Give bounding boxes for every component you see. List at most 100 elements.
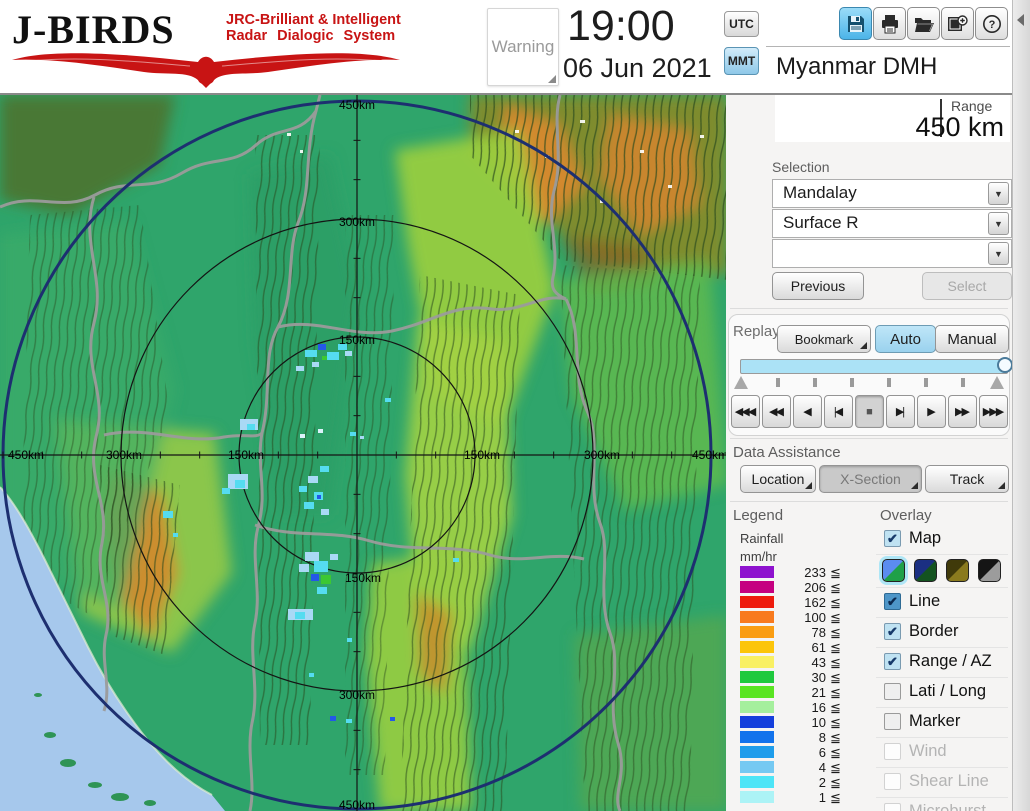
overlay-item-label: Microburst — [909, 802, 987, 811]
step-forward-button[interactable]: ▶| — [886, 395, 915, 428]
legend-value: 16 — [811, 700, 826, 715]
legend-color-swatch — [740, 581, 774, 593]
range-ring-label: 150km — [464, 448, 500, 462]
data-assistance-label: Data Assistance — [733, 444, 841, 461]
lte-symbol: ≦ — [830, 745, 841, 760]
selection-label: Selection — [772, 159, 830, 175]
utc-button[interactable]: UTC — [724, 11, 759, 37]
eagle-icon — [12, 53, 400, 88]
radar-echo-cell — [235, 480, 245, 488]
radar-map-view[interactable]: 450km 300km 150km 150km 300km 450km 450km 300km… — [0, 95, 728, 811]
fast-rewind-button[interactable]: ◀◀ — [762, 395, 791, 428]
overlay-item-shear-line: Shear Line — [876, 767, 1008, 797]
play-button[interactable]: ▶ — [917, 395, 946, 428]
legend-color-swatch — [740, 596, 774, 608]
collapse-panel-arrow-icon[interactable] — [1017, 14, 1024, 26]
range-ring-label: 300km — [584, 448, 620, 462]
legend-color-swatch — [740, 626, 774, 638]
previous-button[interactable]: Previous — [772, 272, 864, 300]
checkbox[interactable] — [884, 713, 901, 730]
play-reverse-button[interactable]: ◀ — [793, 395, 822, 428]
stop-button[interactable]: ■ — [855, 395, 884, 428]
auto-button[interactable]: Auto — [875, 325, 936, 353]
overlay-item-label: Shear Line — [909, 772, 989, 790]
print-button[interactable] — [873, 7, 906, 40]
legend-value: 4 — [818, 760, 826, 775]
panel-edge-strip[interactable] — [1012, 0, 1030, 811]
chevron-down-icon[interactable]: ▼ — [988, 182, 1009, 205]
radar-echo-cell — [320, 466, 329, 472]
range-ring-label: 450km — [692, 448, 728, 462]
jump-start-button[interactable]: ◀◀◀ — [731, 395, 760, 428]
checkbox[interactable] — [884, 683, 901, 700]
step-back-button[interactable]: |◀ — [824, 395, 853, 428]
overlay-item-label: Wind — [909, 742, 947, 760]
location-button[interactable]: Location — [740, 465, 816, 493]
checkbox[interactable]: ✔ — [884, 530, 901, 547]
radar-echo-cell — [330, 716, 336, 721]
legend-color-swatch — [740, 746, 774, 758]
lte-symbol: ≦ — [830, 670, 841, 685]
open-folder-icon — [914, 17, 934, 32]
chevron-down-icon[interactable]: ▼ — [988, 242, 1009, 265]
logo-tagline: JRC-Brilliant & Intelligent Radar Dialog… — [226, 12, 401, 44]
legend-value: 2 — [818, 775, 826, 790]
x-section-button[interactable]: X-Section — [819, 465, 922, 493]
map-style-selector — [876, 554, 1008, 587]
checkbox[interactable]: ✔ — [884, 653, 901, 670]
legend-value: 21 — [811, 685, 826, 700]
range-ring-label: 450km — [339, 798, 375, 811]
radar-echo-cell — [173, 533, 178, 537]
radar-echo-cell — [322, 356, 327, 360]
warning-button[interactable]: Warning — [487, 8, 559, 86]
timeline-slider-handle[interactable] — [997, 357, 1013, 373]
chevron-down-icon[interactable]: ▼ — [988, 212, 1009, 235]
jbirds-application: J-BIRDS JRC-Brilliant & Intelligent Rada… — [0, 0, 1030, 811]
product-dropdown[interactable]: Surface R ▼ — [772, 209, 1012, 238]
radar-echo-cell — [318, 344, 326, 350]
map-style-swatch-4[interactable] — [978, 559, 1001, 582]
open-folder-button[interactable] — [907, 7, 940, 40]
mmt-button[interactable]: MMT — [724, 47, 759, 75]
fast-forward-button[interactable]: ▶▶ — [948, 395, 977, 428]
timeline-ticks — [732, 376, 1006, 390]
radar-echo-cell — [390, 717, 395, 721]
bookmark-button[interactable]: Bookmark — [777, 325, 871, 353]
add-image-button[interactable] — [941, 7, 974, 40]
lte-symbol: ≦ — [830, 715, 841, 730]
map-style-swatch-1[interactable] — [882, 559, 905, 582]
map-style-swatch-3[interactable] — [946, 559, 969, 582]
product-dropdown-value: Surface R — [783, 213, 859, 232]
legend-value: 1 — [818, 790, 826, 805]
checkbox[interactable]: ✔ — [884, 623, 901, 640]
track-button[interactable]: Track — [925, 465, 1009, 493]
checkbox[interactable]: ✔ — [884, 593, 901, 610]
legend-row: 162 ≦ — [740, 595, 858, 610]
legend-row: 1 ≦ — [740, 790, 858, 805]
legend-row: 43 ≦ — [740, 655, 858, 670]
replay-timeline-slider[interactable] — [740, 357, 1013, 374]
option-dropdown[interactable]: ▼ — [772, 239, 1012, 268]
manual-button[interactable]: Manual — [935, 325, 1009, 353]
timeline-end-marker — [734, 376, 748, 389]
radar-echo-cell — [308, 476, 318, 483]
overlay-item-lati-long: Lati / Long — [876, 677, 1008, 707]
lte-symbol: ≦ — [830, 775, 841, 790]
lte-symbol: ≦ — [830, 580, 841, 595]
overlay-item-marker: Marker — [876, 707, 1008, 737]
overlay-item-label: Range / AZ — [909, 652, 992, 670]
radar-echo-cell — [345, 351, 352, 356]
jump-end-button[interactable]: ▶▶▶ — [979, 395, 1008, 428]
map-style-swatch-2[interactable] — [914, 559, 937, 582]
save-button[interactable] — [839, 7, 872, 40]
legend-title: Legend — [733, 507, 784, 524]
help-icon: ? — [982, 14, 1001, 33]
select-button[interactable]: Select — [922, 272, 1012, 300]
radar-echo-cell — [327, 352, 339, 360]
station-dropdown[interactable]: Mandalay ▼ — [772, 179, 1012, 208]
timeline-tick — [813, 378, 817, 387]
legend-row: 206 ≦ — [740, 580, 858, 595]
lte-symbol: ≦ — [830, 790, 841, 805]
help-button[interactable]: ? — [975, 7, 1008, 40]
range-ring-label: 150km — [228, 448, 264, 462]
